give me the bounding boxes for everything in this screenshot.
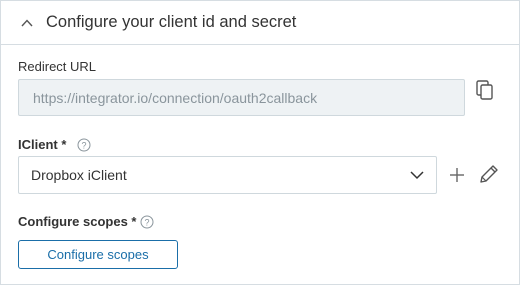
iclient-select[interactable]: Dropbox iClient	[18, 156, 437, 194]
pencil-icon[interactable]	[478, 163, 500, 185]
chevron-down-icon	[410, 171, 424, 180]
chevron-up-icon[interactable]	[19, 15, 35, 31]
redirect-url-label: Redirect URL	[18, 59, 97, 74]
svg-text:?: ?	[144, 217, 149, 227]
iclient-label: IClient *	[18, 137, 67, 152]
plus-icon[interactable]	[448, 166, 466, 184]
svg-text:?: ?	[81, 140, 86, 150]
configure-scopes-button[interactable]: Configure scopes	[18, 240, 178, 269]
panel-header[interactable]: Configure your client id and secret	[1, 1, 519, 45]
configure-scopes-label: Configure scopes *	[18, 214, 137, 229]
help-icon[interactable]: ?	[140, 215, 154, 229]
redirect-url-field: https://integrator.io/connection/oauth2c…	[18, 79, 465, 116]
help-icon[interactable]: ?	[77, 138, 91, 152]
panel-title: Configure your client id and secret	[46, 13, 297, 31]
copy-icon[interactable]	[474, 79, 496, 101]
oauth-config-panel: Configure your client id and secret Redi…	[0, 0, 520, 285]
iclient-selected-value: Dropbox iClient	[31, 167, 127, 183]
